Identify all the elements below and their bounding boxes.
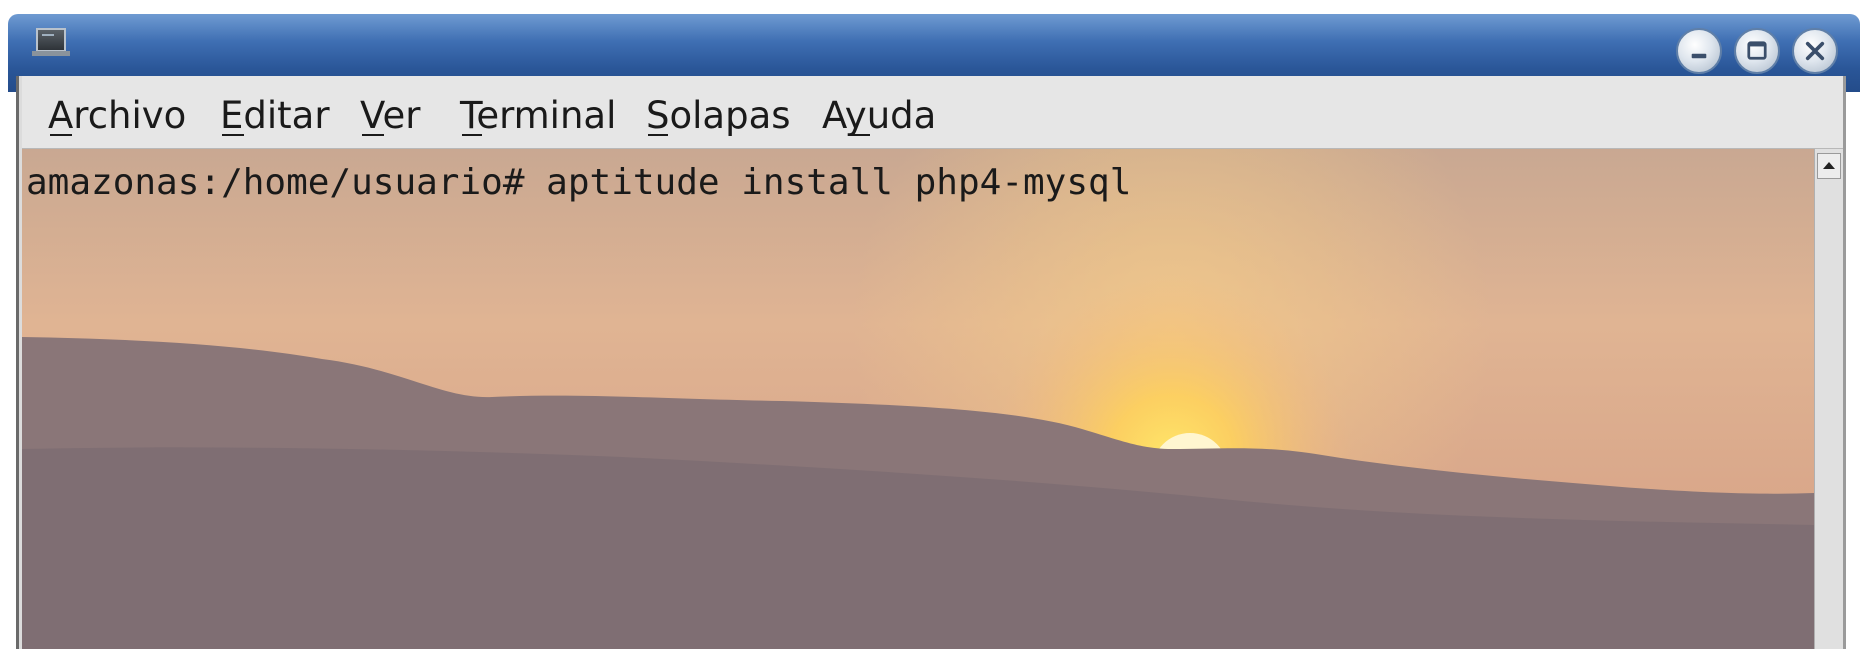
mnemonic-underline xyxy=(222,134,244,136)
minimize-button[interactable] xyxy=(1676,28,1722,74)
mnemonic-underline xyxy=(362,134,384,136)
close-button[interactable] xyxy=(1792,28,1838,74)
menu-solapas[interactable]: Solapas xyxy=(646,94,791,138)
terminal-output-area[interactable]: amazonas:/home/usuario# aptitude install… xyxy=(22,149,1814,649)
menu-ver[interactable]: Ver xyxy=(360,94,420,138)
menu-archivo[interactable]: Archivo xyxy=(48,94,186,138)
menu-terminal[interactable]: Terminal xyxy=(460,94,616,138)
menu-editar[interactable]: Editar xyxy=(220,94,330,138)
terminal-command-line: amazonas:/home/usuario# aptitude install… xyxy=(26,162,1132,203)
maximize-button[interactable] xyxy=(1734,28,1780,74)
menu-terminal-label: Terminal xyxy=(460,94,617,137)
window-frame: Archivo Editar Ver Terminal Solapas Ayud… xyxy=(16,76,1846,649)
menu-ver-label: Ver xyxy=(360,94,421,137)
mnemonic-underline xyxy=(50,134,72,136)
terminal-window: Archivo Editar Ver Terminal Solapas Ayud… xyxy=(0,0,1860,649)
menu-ayuda[interactable]: Ayuda xyxy=(822,94,936,138)
vertical-scrollbar[interactable] xyxy=(1814,149,1843,649)
maximize-icon xyxy=(1747,41,1767,60)
sunset-background-image xyxy=(22,149,1814,649)
menu-solapas-label: Solapas xyxy=(646,94,791,137)
terminal-app-icon[interactable] xyxy=(32,28,70,56)
menu-editar-label: Editar xyxy=(220,94,330,137)
menu-ayuda-label: Ayuda xyxy=(822,94,937,137)
menu-archivo-label: Archivo xyxy=(48,94,187,137)
scroll-up-arrow-icon[interactable] xyxy=(1817,153,1841,179)
mnemonic-underline xyxy=(462,134,482,136)
minimize-icon xyxy=(1691,53,1707,59)
mnemonic-underline xyxy=(850,134,870,136)
mnemonic-underline xyxy=(648,134,668,136)
close-icon xyxy=(1805,41,1825,61)
menu-bar: Archivo Editar Ver Terminal Solapas Ayud… xyxy=(22,76,1843,149)
